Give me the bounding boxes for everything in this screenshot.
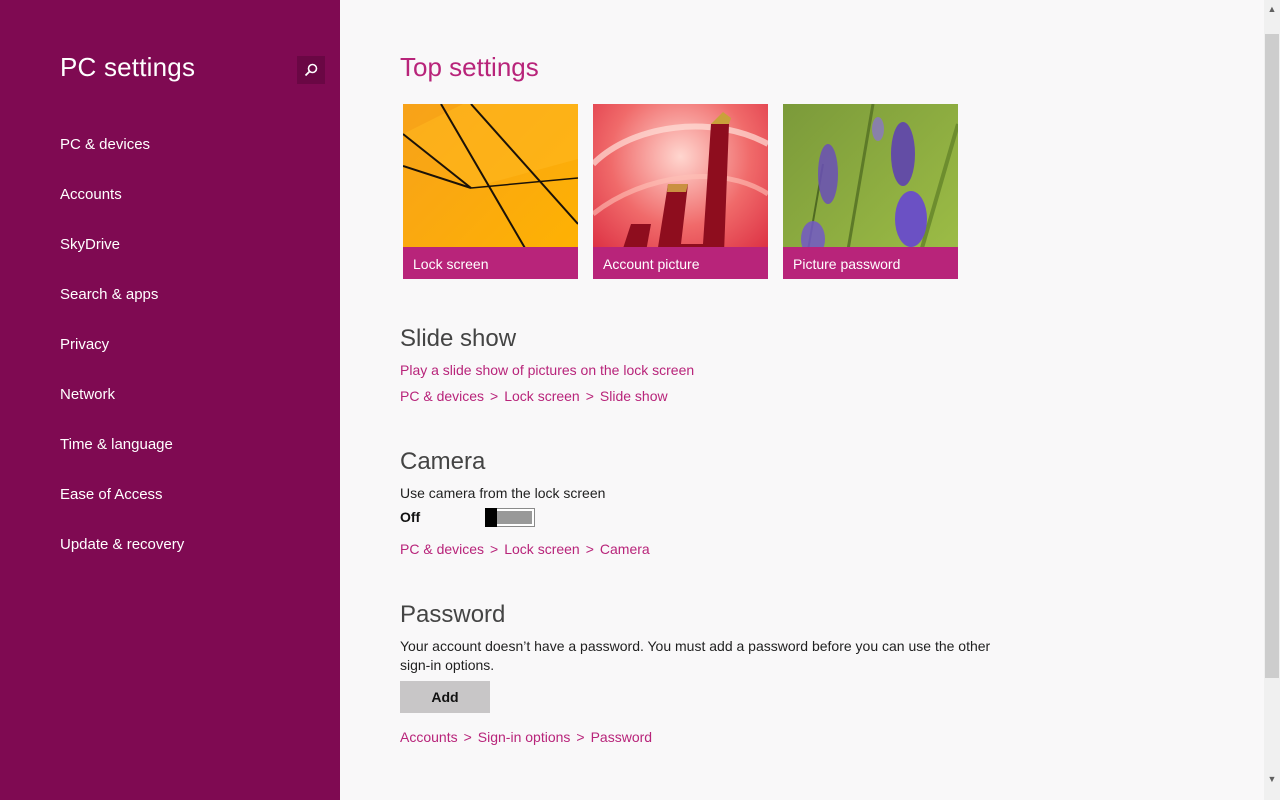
vertical-scrollbar[interactable]: ▲ ▼ xyxy=(1264,0,1280,800)
breadcrumb-separator: > xyxy=(490,541,499,557)
sidebar-item-network[interactable]: Network xyxy=(60,386,115,403)
slideshow-link[interactable]: Play a slide show of pictures on the loc… xyxy=(400,362,694,378)
breadcrumb-link[interactable]: Sign-in options xyxy=(478,729,571,745)
sidebar-item-update-recovery[interactable]: Update & recovery xyxy=(60,536,184,553)
app-title: PC settings xyxy=(60,52,196,82)
page-title: Top settings xyxy=(400,52,539,82)
search-icon xyxy=(303,62,319,78)
main-content: Top settings Lock screen Account picture… xyxy=(340,0,1264,800)
sidebar-item-privacy[interactable]: Privacy xyxy=(60,336,109,353)
camera-description: Use camera from the lock screen xyxy=(400,485,606,501)
tile-label: Picture password xyxy=(783,247,958,279)
breadcrumb-link[interactable]: Password xyxy=(591,729,652,745)
camera-breadcrumb: PC & devices > Lock screen > Camera xyxy=(400,541,650,557)
breadcrumb-link[interactable]: Slide show xyxy=(600,388,668,404)
scroll-up-arrow-icon[interactable]: ▲ xyxy=(1264,0,1280,18)
slideshow-breadcrumb: PC & devices > Lock screen > Slide show xyxy=(400,388,668,404)
scroll-down-arrow-icon[interactable]: ▼ xyxy=(1264,770,1280,788)
breadcrumb-link[interactable]: PC & devices xyxy=(400,388,484,404)
sidebar-item-skydrive[interactable]: SkyDrive xyxy=(60,236,120,253)
slideshow-heading: Slide show xyxy=(400,325,517,352)
breadcrumb-separator: > xyxy=(585,541,594,557)
breadcrumb-separator: > xyxy=(490,388,499,404)
breadcrumb-link[interactable]: Lock screen xyxy=(504,388,579,404)
sidebar-item-pc-devices[interactable]: PC & devices xyxy=(60,136,150,153)
sidebar-item-ease-of-access[interactable]: Ease of Access xyxy=(60,486,163,503)
tile-account-picture[interactable]: Account picture xyxy=(593,104,768,279)
add-password-button[interactable]: Add xyxy=(400,681,490,713)
toggle-thumb[interactable] xyxy=(485,508,497,527)
breadcrumb-link[interactable]: Accounts xyxy=(400,729,458,745)
password-description: Your account doesn’t have a password. Yo… xyxy=(400,638,991,673)
camera-toggle-state: Off xyxy=(400,509,421,525)
sidebar-item-accounts[interactable]: Accounts xyxy=(60,186,122,203)
breadcrumb-separator: > xyxy=(576,729,585,745)
tile-lock-screen[interactable]: Lock screen xyxy=(403,104,578,279)
breadcrumb-separator: > xyxy=(585,388,594,404)
search-button[interactable] xyxy=(297,56,325,84)
tile-label: Lock screen xyxy=(403,247,578,279)
sidebar: PC settings PC & devices Accounts SkyDri… xyxy=(0,0,340,800)
breadcrumb-link[interactable]: Camera xyxy=(600,541,650,557)
sidebar-item-time-language[interactable]: Time & language xyxy=(60,436,173,453)
breadcrumb-link[interactable]: Lock screen xyxy=(504,541,579,557)
camera-heading: Camera xyxy=(400,448,486,475)
sidebar-item-search-apps[interactable]: Search & apps xyxy=(60,286,158,303)
breadcrumb-separator: > xyxy=(463,729,472,745)
password-breadcrumb: Accounts > Sign-in options > Password xyxy=(400,729,652,745)
tile-label: Account picture xyxy=(593,247,768,279)
scrollbar-thumb[interactable] xyxy=(1265,34,1279,678)
camera-toggle[interactable] xyxy=(485,508,535,527)
breadcrumb-link[interactable]: PC & devices xyxy=(400,541,484,557)
tile-picture-password[interactable]: Picture password xyxy=(783,104,958,279)
password-heading: Password xyxy=(400,601,506,628)
